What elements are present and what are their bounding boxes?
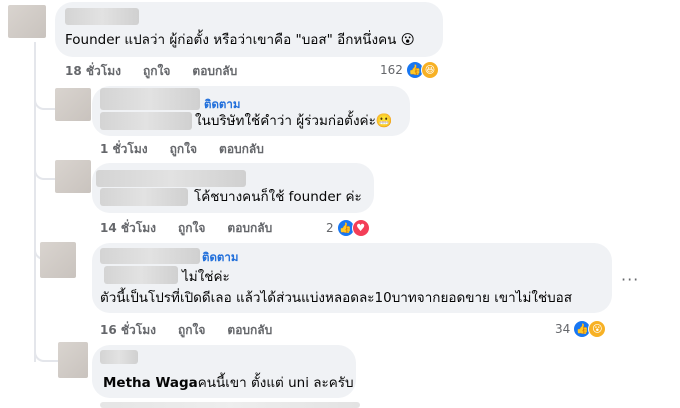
reply-button[interactable]: ตอบกลับ	[192, 64, 237, 78]
comment-time[interactable]: 1 ชั่วโมง	[100, 142, 148, 156]
reaction-count: 162	[380, 63, 403, 77]
comment-text: ในบริษัทใช้คำว่า ผู้ร่วมก่อตั้งค่ะ😬	[195, 113, 393, 129]
avatar[interactable]	[40, 242, 76, 278]
thread-connector	[34, 330, 58, 362]
avatar[interactable]	[55, 88, 91, 121]
avatar[interactable]	[8, 5, 46, 38]
commenter-name[interactable]	[100, 248, 200, 264]
comment-meta-cutoff	[100, 402, 360, 408]
comment-meta: 16 ชั่วโมง ถูกใจ ตอบกลับ	[100, 321, 294, 340]
comment-text: โค้ชบางคนก็ใช้ founder ค่ะ	[194, 189, 362, 205]
avatar[interactable]	[55, 160, 91, 193]
comment-time[interactable]: 16 ชั่วโมง	[100, 323, 156, 337]
more-options-icon[interactable]: ···	[621, 270, 639, 289]
reaction-count: 34	[555, 322, 571, 336]
follow-link[interactable]: ติดตาม	[202, 249, 238, 267]
blurred-text	[104, 266, 178, 284]
reply-button[interactable]: ตอบกลับ	[227, 323, 272, 337]
comment-text-line2: ตัวนี้เป็นโปรที่เปิดดีเลอ แล้วได้ส่วนแบ่…	[100, 290, 573, 306]
commenter-name[interactable]	[100, 350, 138, 364]
comment-meta: 14 ชั่วโมง ถูกใจ ตอบกลับ	[100, 219, 294, 238]
comment-time[interactable]: 18 ชั่วโมง	[65, 64, 121, 78]
commenter-name[interactable]	[100, 88, 200, 110]
comment-text: Founder แปลว่า ผู้ก่อตั้ง หรือว่าเขาคือ …	[65, 32, 415, 48]
commenter-name[interactable]	[65, 8, 139, 25]
comment-meta: 1 ชั่วโมง ถูกใจ ตอบกลับ	[100, 140, 286, 159]
commenter-tag[interactable]: Metha Waga	[103, 375, 198, 391]
like-button[interactable]: ถูกใจ	[178, 221, 205, 235]
haha-icon: 😆	[420, 61, 439, 79]
comment-text: Metha Wagaคนนี้เขา ตั้งแต่ uni ละครับ	[103, 375, 354, 391]
reaction-summary[interactable]: 2 👍 ♥	[326, 219, 370, 237]
avatar[interactable]	[58, 342, 88, 378]
reply-button[interactable]: ตอบกลับ	[227, 221, 272, 235]
commenter-name[interactable]	[96, 170, 246, 187]
reaction-summary[interactable]: 162 👍 😆	[380, 61, 439, 79]
love-icon: ♥	[351, 219, 370, 237]
like-button[interactable]: ถูกใจ	[143, 64, 170, 78]
wow-icon: 😮	[588, 320, 607, 338]
like-button[interactable]: ถูกใจ	[170, 142, 197, 156]
reaction-count: 2	[326, 221, 334, 235]
reaction-summary[interactable]: 34 👍 😮	[555, 320, 607, 338]
blurred-text	[100, 112, 192, 130]
blurred-text	[100, 188, 188, 206]
reply-button[interactable]: ตอบกลับ	[219, 142, 264, 156]
comment-meta: 18 ชั่วโมง ถูกใจ ตอบกลับ	[65, 62, 259, 81]
like-button[interactable]: ถูกใจ	[178, 323, 205, 337]
comment-time[interactable]: 14 ชั่วโมง	[100, 221, 156, 235]
comment-text-line1: ไม่ใช่ค่ะ	[182, 269, 230, 285]
